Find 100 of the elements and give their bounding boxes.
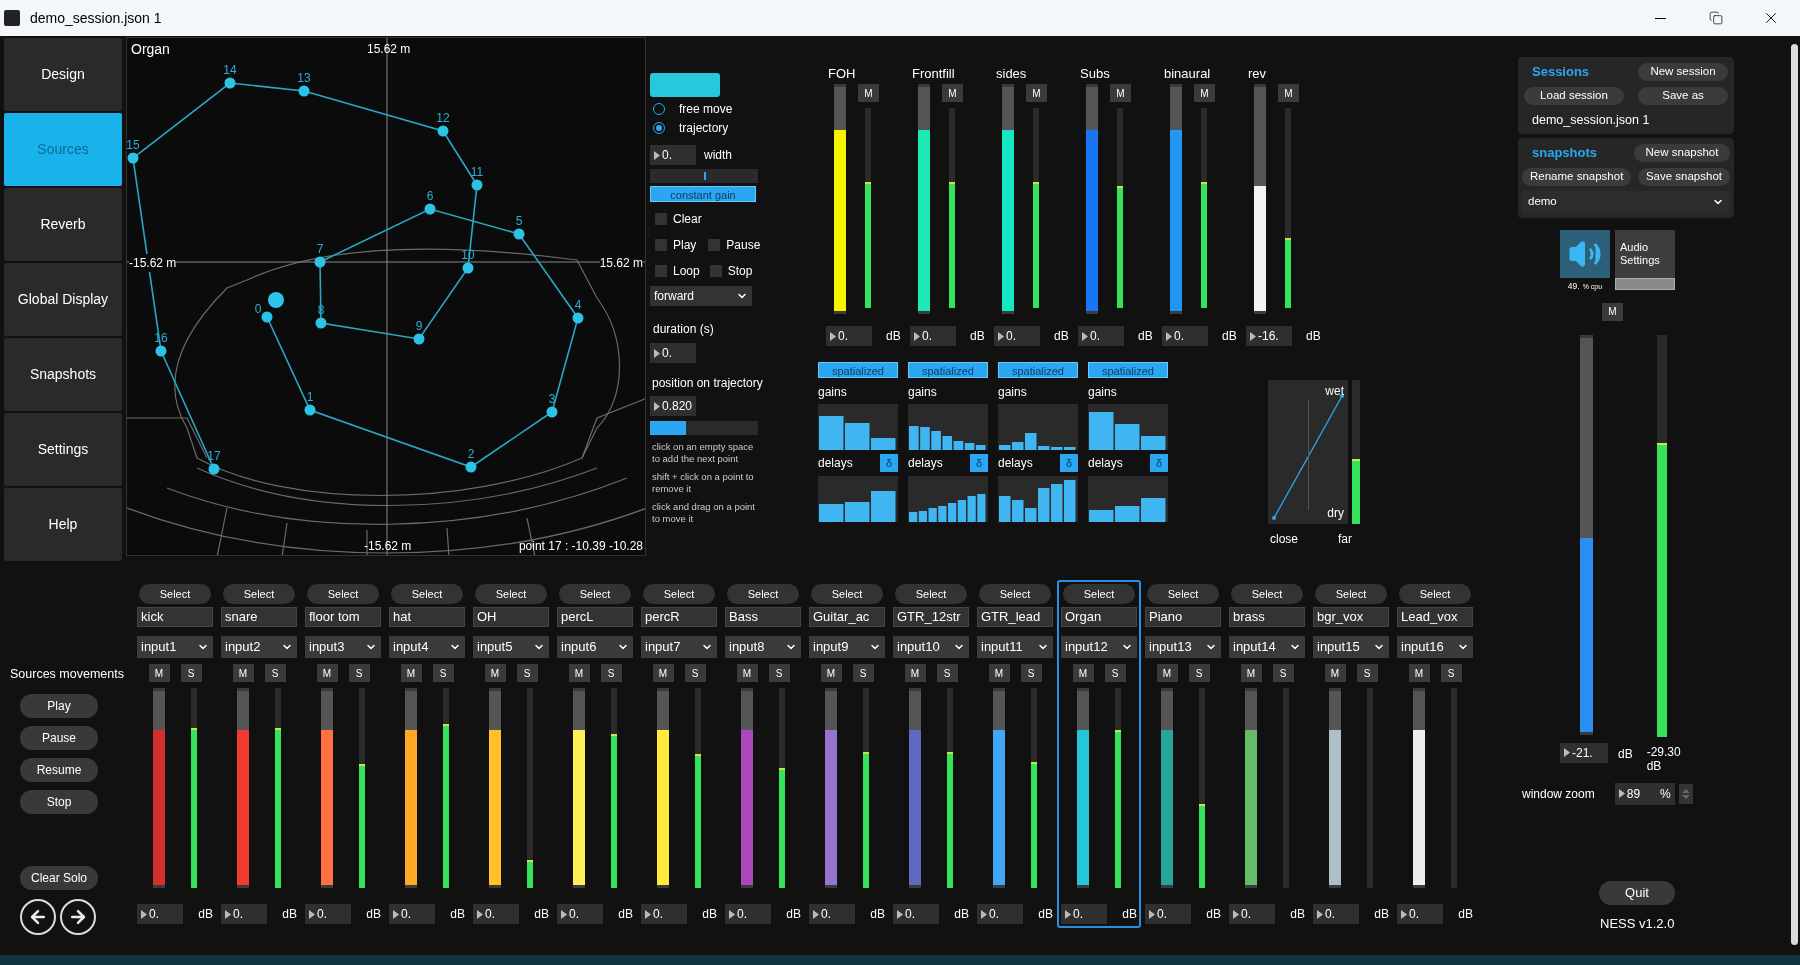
input-dropdown[interactable]: input4 [389, 636, 465, 658]
checkbox[interactable] [709, 265, 722, 277]
trajectory-point[interactable] [465, 461, 477, 473]
input-dropdown[interactable]: input5 [473, 636, 549, 658]
previous-button[interactable] [20, 898, 56, 935]
number-field[interactable]: 0. [1145, 904, 1191, 924]
fader[interactable] [1329, 688, 1341, 888]
mute-button[interactable]: M [316, 664, 338, 682]
input-dropdown[interactable]: input3 [305, 636, 381, 658]
number-field[interactable]: 0. [977, 904, 1023, 924]
save-as-button[interactable]: Save as [1638, 86, 1728, 105]
nav-tab[interactable]: Reverb [4, 188, 122, 261]
trajectory-point[interactable] [462, 262, 474, 274]
name-field[interactable]: snare [221, 607, 297, 627]
checkbox[interactable] [708, 239, 721, 251]
name-field[interactable]: Bass [725, 607, 801, 627]
fader[interactable] [657, 688, 669, 888]
name-field[interactable]: GTR_12str [893, 607, 969, 627]
solo-button[interactable]: S [1440, 664, 1462, 682]
mute-button[interactable]: M [858, 84, 879, 102]
name-field[interactable]: hat [389, 607, 465, 627]
input-dropdown[interactable]: input1 [137, 636, 213, 658]
trajectory-point[interactable] [261, 311, 273, 323]
spatialized-toggle[interactable]: spatialized [1088, 362, 1168, 378]
input-dropdown[interactable]: input9 [809, 636, 885, 658]
color-swatch[interactable] [650, 73, 720, 97]
name-field[interactable]: Piano [1145, 607, 1221, 627]
fader[interactable] [1254, 84, 1266, 314]
select-button[interactable]: Select [1063, 584, 1135, 604]
solo-button[interactable]: S [1272, 664, 1294, 682]
mute-button[interactable]: M [1602, 302, 1623, 321]
input-dropdown[interactable]: input13 [1145, 636, 1221, 658]
trajectory-point[interactable] [315, 317, 327, 329]
number-field[interactable]: 0. [650, 343, 696, 363]
trajectory-point[interactable] [413, 333, 425, 345]
solo-button[interactable]: S [1104, 664, 1126, 682]
number-field[interactable]: 0. [893, 904, 939, 924]
select-button[interactable]: Select [223, 584, 295, 604]
nav-tab[interactable]: Settings [4, 413, 122, 486]
mute-button[interactable]: M [1110, 84, 1131, 102]
zoom-stepper[interactable] [1678, 783, 1693, 804]
mute-button[interactable]: M [820, 664, 842, 682]
fader[interactable] [489, 688, 501, 888]
select-button[interactable]: Select [811, 584, 883, 604]
number-field[interactable]: 0. [305, 904, 351, 924]
mute-button[interactable]: M [942, 84, 963, 102]
select-button[interactable]: Select [1231, 584, 1303, 604]
mute-button[interactable]: M [736, 664, 758, 682]
movement-button[interactable]: Resume [20, 757, 98, 782]
solo-button[interactable]: S [1020, 664, 1042, 682]
input-dropdown[interactable]: input6 [557, 636, 633, 658]
fader[interactable] [405, 688, 417, 888]
trajectory-point[interactable] [127, 152, 139, 164]
mute-button[interactable]: M [1026, 84, 1047, 102]
mute-button[interactable]: M [1240, 664, 1262, 682]
mute-button[interactable]: M [988, 664, 1010, 682]
reverb-pad[interactable]: wet dry [1268, 380, 1348, 524]
input-dropdown[interactable]: input14 [1229, 636, 1305, 658]
select-button[interactable]: Select [979, 584, 1051, 604]
mute-button[interactable]: M [904, 664, 926, 682]
snapshot-dropdown[interactable]: demo [1522, 190, 1730, 213]
checkbox[interactable] [655, 213, 667, 225]
trajectory-point[interactable] [546, 406, 558, 418]
new-snapshot-button[interactable]: New snapshot [1634, 144, 1730, 162]
number-field[interactable]: 0. [473, 904, 519, 924]
solo-button[interactable]: S [180, 664, 202, 682]
source-marker[interactable] [268, 292, 284, 308]
name-field[interactable]: Guitar_ac [809, 607, 885, 627]
mute-button[interactable]: M [1408, 664, 1430, 682]
trajectory-point[interactable] [298, 85, 310, 97]
number-field[interactable]: 0. [650, 145, 696, 165]
mute-button[interactable]: M [568, 664, 590, 682]
load-session-button[interactable]: Load session [1524, 86, 1624, 105]
input-dropdown[interactable]: input2 [221, 636, 297, 658]
number-field[interactable]: 0. [725, 904, 771, 924]
number-field[interactable]: 0. [826, 326, 872, 346]
number-field[interactable]: 0. [1078, 326, 1124, 346]
trajectory-point[interactable] [224, 77, 236, 89]
delta-button[interactable]: δ [1060, 454, 1078, 472]
solo-button[interactable]: S [768, 664, 790, 682]
name-field[interactable]: percR [641, 607, 717, 627]
mute-button[interactable]: M [1194, 84, 1215, 102]
name-field[interactable]: floor tom [305, 607, 381, 627]
mute-button[interactable]: M [484, 664, 506, 682]
solo-button[interactable]: S [936, 664, 958, 682]
audio-settings-button[interactable]: Audio Settings [1615, 229, 1675, 278]
mute-button[interactable]: M [652, 664, 674, 682]
nav-tab[interactable]: Help [4, 488, 122, 561]
movement-button[interactable]: Play [20, 693, 98, 718]
number-field[interactable]: 0. [994, 326, 1040, 346]
select-button[interactable]: Select [643, 584, 715, 604]
direction-dropdown[interactable]: forward [650, 286, 752, 306]
select-button[interactable]: Select [1147, 584, 1219, 604]
next-button[interactable] [60, 898, 96, 935]
name-field[interactable]: percL [557, 607, 633, 627]
speaker-button[interactable] [1560, 229, 1610, 278]
input-dropdown[interactable]: input16 [1397, 636, 1473, 658]
fader[interactable] [1245, 688, 1257, 888]
trajectory-point[interactable] [304, 404, 316, 416]
trajectory-point[interactable] [572, 312, 584, 324]
